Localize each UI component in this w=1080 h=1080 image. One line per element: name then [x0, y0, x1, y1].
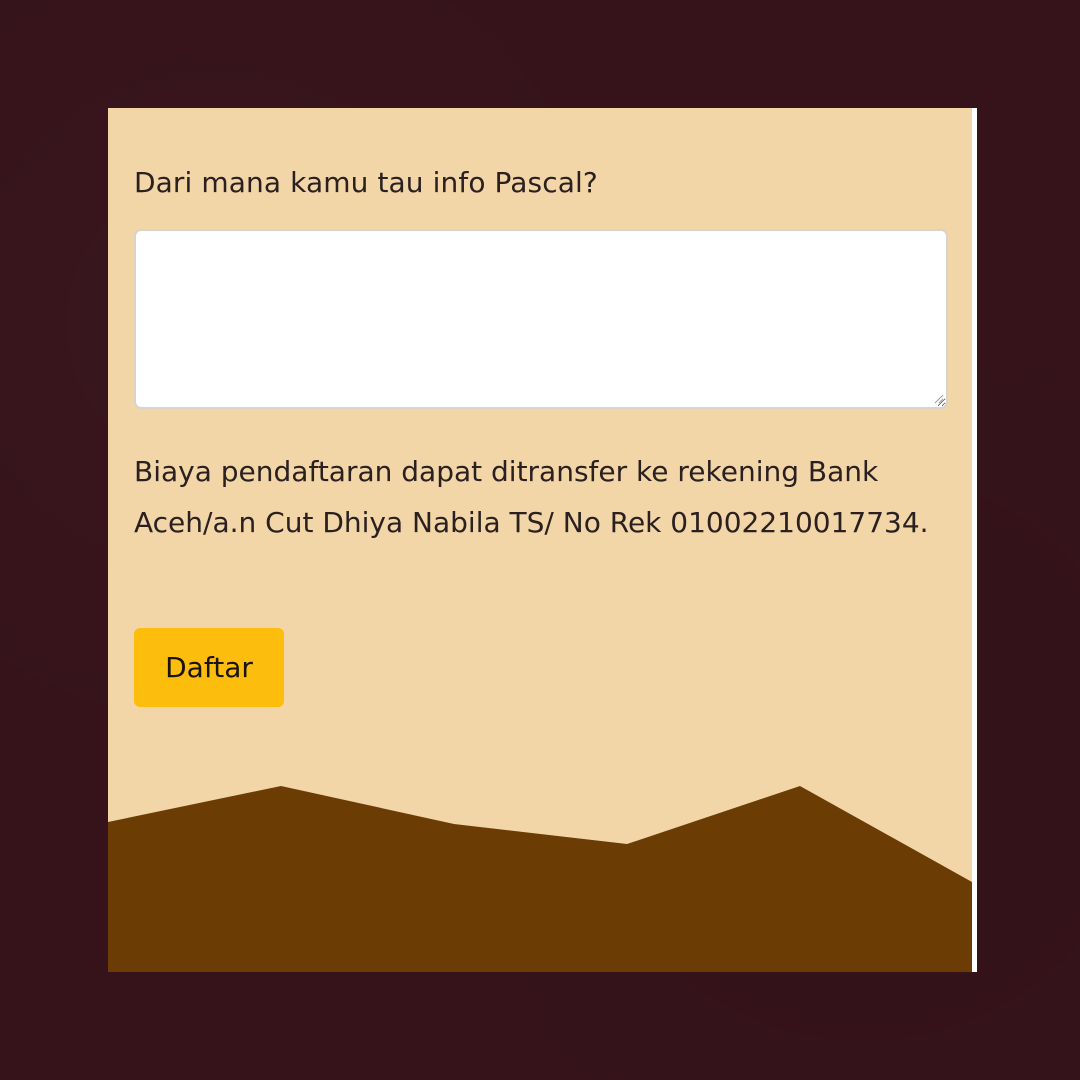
payment-info-text: Biaya pendaftaran dapat ditransfer ke re… [134, 455, 929, 539]
resize-handle-icon[interactable] [932, 392, 944, 404]
answer-textarea[interactable] [134, 229, 948, 409]
form-panel: Dari mana kamu tau info Pascal? Biaya pe… [108, 108, 977, 972]
question-label: Dari mana kamu tau info Pascal? [134, 166, 598, 199]
daftar-button[interactable]: Daftar [134, 628, 284, 707]
mountain-shape [108, 786, 972, 972]
mountain-silhouette [108, 786, 972, 972]
